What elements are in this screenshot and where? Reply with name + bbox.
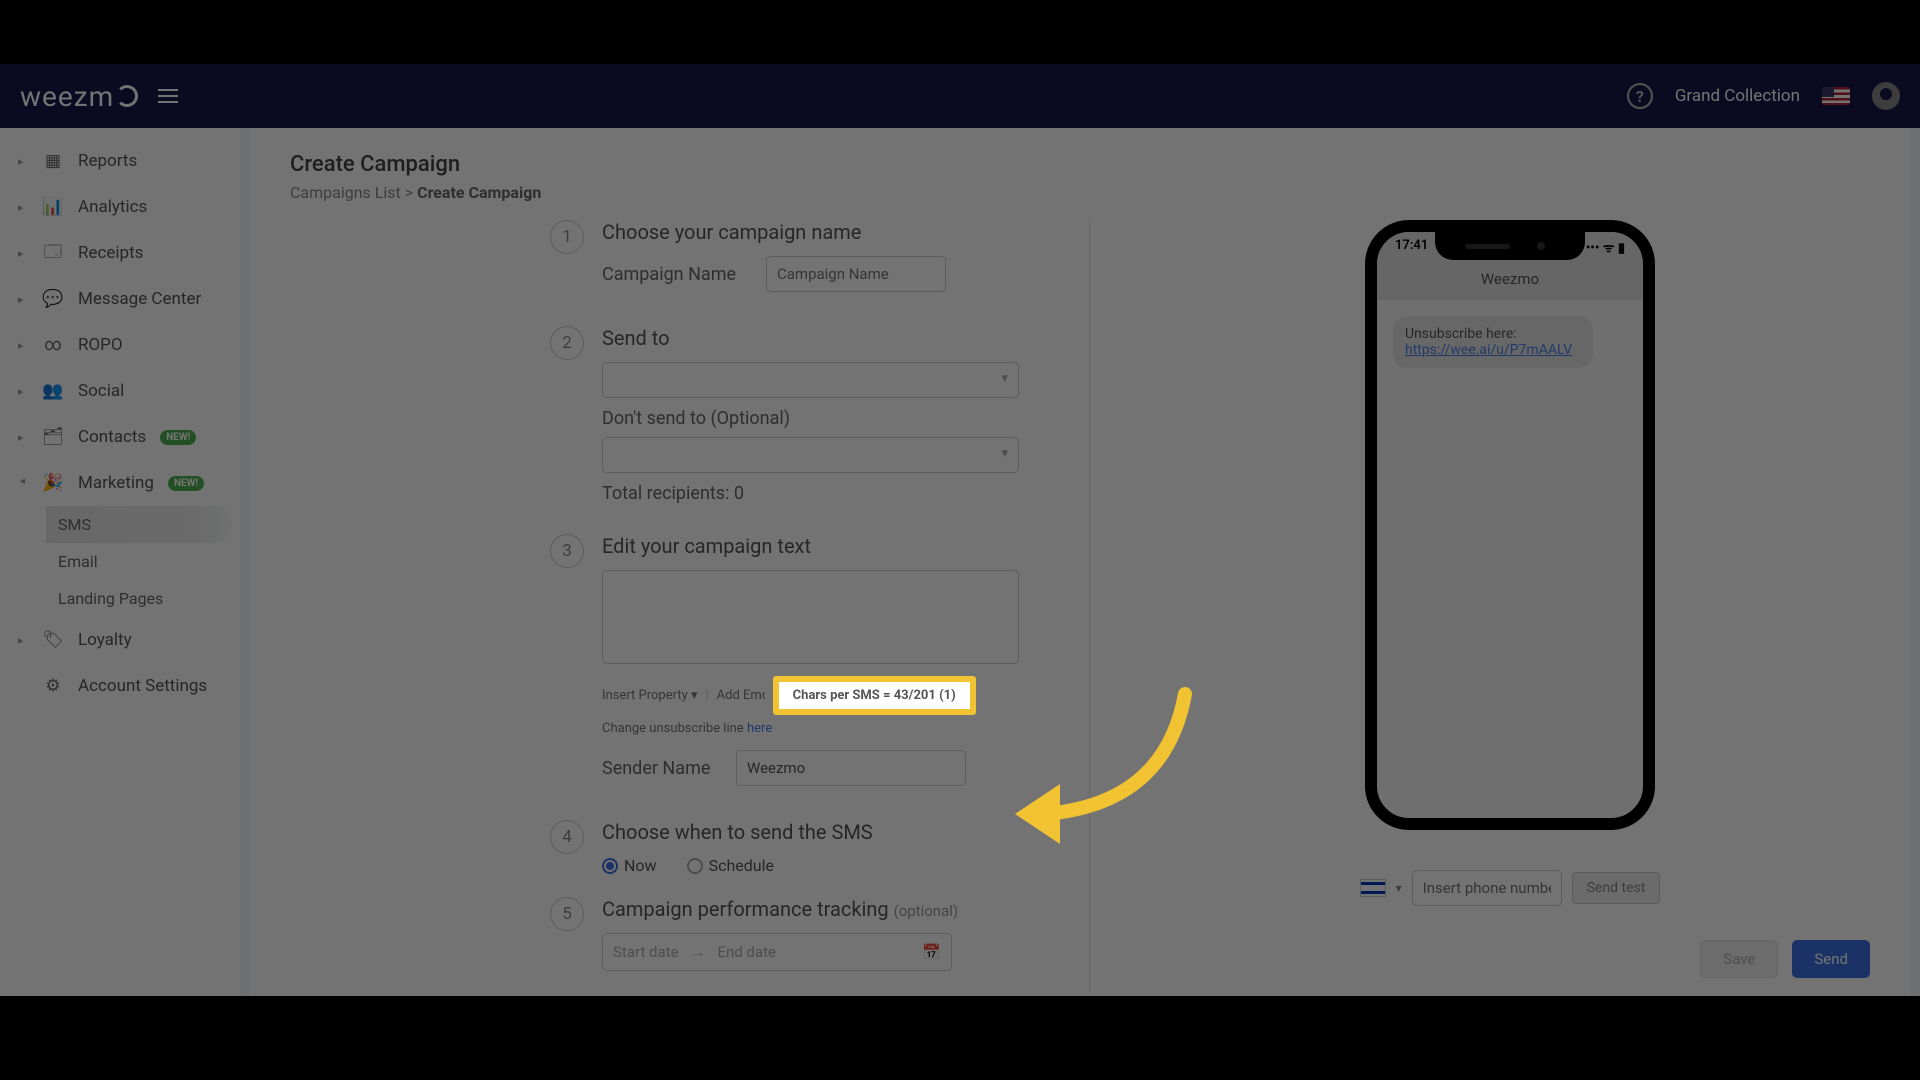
ropo-icon: ∞ — [42, 334, 64, 356]
chars-per-sms: Chars per SMS = 43/201 (1) — [773, 676, 976, 715]
sidebar-item-loyalty[interactable]: ▸🏷Loyalty — [0, 617, 240, 663]
calendar-icon: 📅 — [922, 943, 941, 961]
sidebar-sub-landing[interactable]: Landing Pages — [46, 580, 240, 617]
phone-preview: 17:41 ••• ᯤ ▮ Weezmo Unsubscribe here: h… — [1365, 220, 1655, 830]
sender-name-input[interactable] — [736, 750, 966, 786]
new-badge: NEW! — [168, 476, 204, 491]
topbar: weezm ? Grand Collection — [0, 64, 1920, 128]
sidebar-item-ropo[interactable]: ▸∞ROPO — [0, 322, 240, 368]
save-button[interactable]: Save — [1700, 940, 1778, 978]
menu-icon[interactable] — [158, 89, 178, 103]
social-icon: 👥 — [42, 380, 64, 402]
step-5-title: Campaign performance tracking (optional) — [602, 897, 1019, 921]
radio-schedule[interactable]: Schedule — [687, 856, 774, 875]
sidebar-item-reports[interactable]: ▸▦Reports — [0, 138, 240, 184]
phone-country-flag[interactable] — [1360, 879, 1386, 897]
message-icon: 💬 — [42, 288, 64, 310]
total-recipients: Total recipients: 0 — [602, 483, 1019, 504]
phone-time: 17:41 — [1395, 238, 1428, 256]
sidebar-item-message-center[interactable]: ▸💬Message Center — [0, 276, 240, 322]
step-2-number: 2 — [550, 326, 584, 360]
receipts-icon: 🗔 — [42, 242, 64, 264]
step-3-number: 3 — [550, 534, 584, 568]
sidebar-item-marketing[interactable]: ▾🎉MarketingNEW! — [0, 460, 240, 506]
send-test-button[interactable]: Send test — [1572, 872, 1661, 904]
phone-status-icons: ••• ᯤ ▮ — [1586, 238, 1625, 256]
step-5-number: 5 — [550, 897, 584, 931]
phone-country-chevron[interactable]: ▾ — [1396, 881, 1402, 895]
flag-icon[interactable] — [1822, 87, 1850, 105]
test-phone-input[interactable] — [1412, 870, 1562, 906]
sidebar-item-social[interactable]: ▸👥Social — [0, 368, 240, 414]
step-1-number: 1 — [550, 220, 584, 254]
send-to-select[interactable] — [602, 362, 1019, 398]
date-range-input[interactable]: Start date→End date📅 — [602, 933, 952, 971]
marketing-icon: 🎉 — [42, 472, 64, 494]
contacts-icon: 🗂 — [42, 426, 64, 448]
logo: weezm — [20, 80, 140, 113]
change-unsubscribe-link[interactable]: here — [747, 721, 772, 736]
phone-notch — [1435, 232, 1585, 260]
main-panel: Create Campaign Campaigns List > Create … — [250, 128, 1910, 996]
reports-icon: ▦ — [42, 150, 64, 172]
breadcrumb-list[interactable]: Campaigns List — [290, 183, 401, 202]
sender-name-label: Sender Name — [602, 758, 722, 779]
send-button[interactable]: Send — [1792, 940, 1870, 978]
campaign-name-input[interactable] — [766, 256, 946, 292]
change-unsubscribe-line: Change unsubscribe line here — [602, 721, 1019, 736]
settings-icon: ⚙ — [42, 675, 64, 697]
sidebar-item-receipts[interactable]: ▸🗔Receipts — [0, 230, 240, 276]
avatar-icon[interactable] — [1872, 82, 1900, 110]
breadcrumb: Campaigns List > Create Campaign — [290, 183, 1870, 202]
step-4-number: 4 — [550, 820, 584, 854]
add-emoji-button[interactable]: Add Emoji — [717, 688, 765, 703]
sidebar-item-settings[interactable]: ▸⚙Account Settings — [0, 663, 240, 709]
dont-send-select[interactable] — [602, 437, 1019, 473]
step-3-title: Edit your campaign text — [602, 534, 1019, 558]
account-name[interactable]: Grand Collection — [1675, 86, 1800, 106]
new-badge: NEW! — [160, 430, 196, 445]
help-icon[interactable]: ? — [1627, 83, 1653, 109]
sidebar-sub-email[interactable]: Email — [46, 543, 240, 580]
step-1-title: Choose your campaign name — [602, 220, 1019, 244]
step-2-title: Send to — [602, 326, 1019, 350]
breadcrumb-current: Create Campaign — [417, 183, 541, 202]
campaign-text-input[interactable] — [602, 570, 1019, 664]
sms-bubble: Unsubscribe here: https://wee.ai/u/P7mAA… — [1393, 316, 1593, 368]
sidebar-item-analytics[interactable]: ▸📊Analytics — [0, 184, 240, 230]
sidebar-item-contacts[interactable]: ▸🗂ContactsNEW! — [0, 414, 240, 460]
sidebar: ▸▦Reports ▸📊Analytics ▸🗔Receipts ▸💬Messa… — [0, 128, 240, 996]
analytics-icon: 📊 — [42, 196, 64, 218]
insert-property-button[interactable]: Insert Property ▾ — [602, 688, 697, 703]
sms-link: https://wee.ai/u/P7mAALV — [1405, 342, 1572, 358]
step-4-title: Choose when to send the SMS — [602, 820, 1019, 844]
campaign-name-label: Campaign Name — [602, 264, 752, 285]
loyalty-icon: 🏷 — [42, 629, 64, 651]
sidebar-sub-sms[interactable]: SMS — [46, 506, 232, 543]
radio-now[interactable]: Now — [602, 856, 657, 875]
page-title: Create Campaign — [290, 152, 1870, 177]
dont-send-label: Don't send to (Optional) — [602, 408, 1019, 429]
